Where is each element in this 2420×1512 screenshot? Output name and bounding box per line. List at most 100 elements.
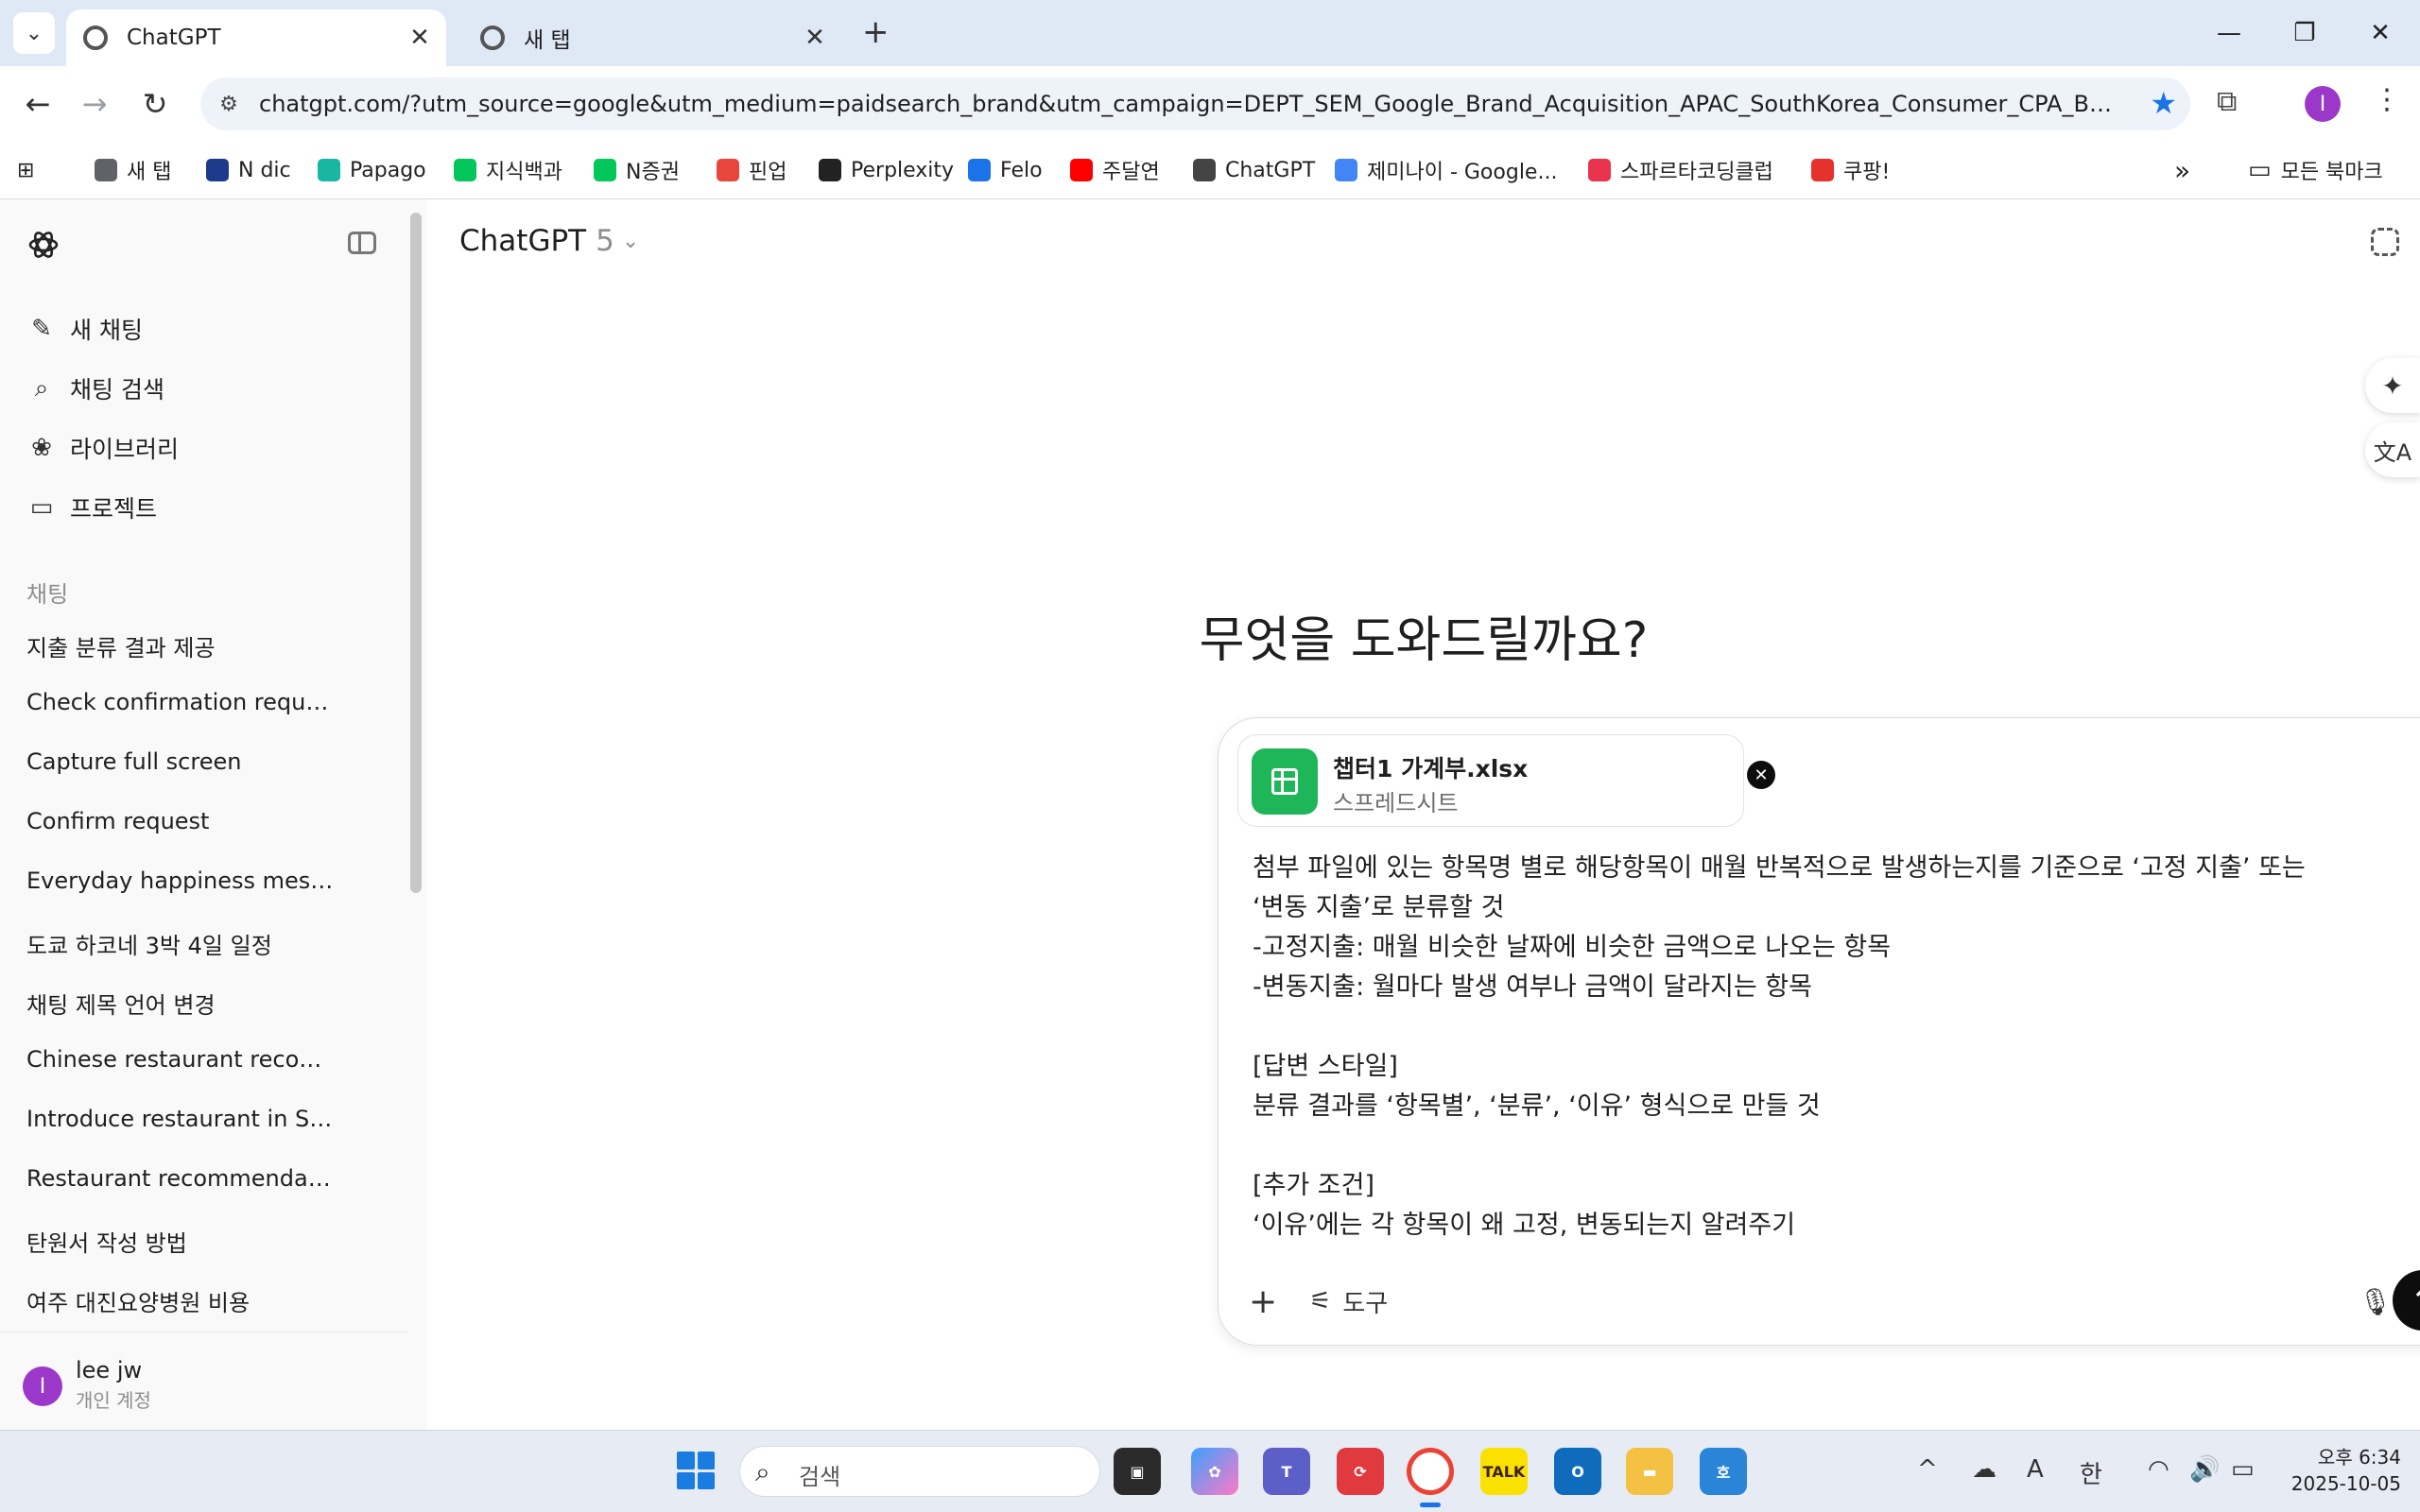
- chat-history-item[interactable]: 도쿄 하코네 3박 4일 일정: [26, 927, 338, 960]
- taskbar-search[interactable]: ⌕ 검색: [739, 1446, 1100, 1497]
- bookmark-label: Papago: [350, 158, 426, 182]
- chat-history-item[interactable]: 채팅 제목 언어 변경: [26, 987, 338, 1020]
- bookmark-item[interactable]: 제미나이 - Google...: [1335, 151, 1557, 189]
- bookmark-item[interactable]: 스파르타코딩클럽: [1588, 151, 1773, 189]
- copilot-icon[interactable]: ✿: [1191, 1448, 1238, 1495]
- tab-close-icon[interactable]: ✕: [796, 24, 834, 52]
- chat-history-item[interactable]: 지출 분류 결과 제공: [26, 629, 338, 662]
- sparkle-icon[interactable]: ✦: [2365, 358, 2420, 413]
- chat-history-item[interactable]: Capture full screen: [26, 748, 338, 775]
- model-selector[interactable]: ChatGPT 5 ⌄: [459, 224, 639, 258]
- bookmark-item[interactable]: 주달연: [1070, 151, 1160, 189]
- chrome-icon[interactable]: [1407, 1448, 1454, 1495]
- address-bar[interactable]: ⚙ chatgpt.com/?utm_source=google&utm_med…: [200, 77, 2190, 130]
- bookmarks-bar: ⊞ 새 탭 N dic Papago 지식백과 N증권 핀업 Perplexity Felo 주…: [0, 142, 2420, 199]
- translate-icon[interactable]: 文A: [2365, 422, 2420, 477]
- teams-icon[interactable]: T: [1263, 1448, 1310, 1495]
- task-view-icon[interactable]: ▣: [1114, 1448, 1161, 1495]
- new-chat-button[interactable]: ✎ 새 채팅: [26, 306, 143, 352]
- apps-grid-icon[interactable]: ⊞: [17, 151, 34, 189]
- chat-history-item[interactable]: Introduce restaurant in Seo...: [26, 1106, 338, 1132]
- bookmark-item[interactable]: N증권: [594, 151, 680, 189]
- site-info-icon[interactable]: ⚙: [212, 87, 246, 121]
- chat-history-item[interactable]: Restaurant recommendatio...: [26, 1165, 338, 1192]
- attachment-card[interactable]: 챕터1 가계부.xlsx 스프레드시트 ✕: [1237, 734, 1775, 827]
- ime-language-icon[interactable]: 한: [2080, 1455, 2102, 1490]
- chrome-favicon-icon: [480, 26, 505, 50]
- sidebar-toggle-icon[interactable]: [348, 232, 376, 254]
- openai-logo-icon[interactable]: [26, 228, 60, 262]
- ime-mode-icon[interactable]: A: [2027, 1455, 2044, 1484]
- forward-button[interactable]: →: [74, 83, 115, 125]
- close-window-button[interactable]: ✕: [2352, 11, 2409, 55]
- microphone-icon[interactable]: 🎙: [2359, 1278, 2393, 1325]
- remove-attachment-icon[interactable]: ✕: [1747, 761, 1775, 789]
- chat-history-item[interactable]: Everyday happiness message: [26, 868, 338, 894]
- naver-dic-icon: [206, 159, 229, 181]
- temporary-chat-icon[interactable]: [2371, 228, 2399, 256]
- bookmarks-overflow-button[interactable]: »: [2174, 151, 2190, 189]
- chat-history-item[interactable]: Confirm request: [26, 808, 338, 834]
- bookmark-star-icon[interactable]: ★: [2150, 85, 2177, 121]
- add-attachment-button[interactable]: +: [1249, 1278, 1277, 1325]
- url-text[interactable]: chatgpt.com/?utm_source=google&utm_mediu…: [259, 91, 2112, 117]
- model-version: 5: [596, 224, 614, 258]
- tab-search-button[interactable]: ⌄: [13, 12, 55, 54]
- windows-start-icon[interactable]: [677, 1452, 715, 1489]
- bookmark-label: 쿠팡!: [1843, 161, 1891, 184]
- reload-button[interactable]: ↻: [134, 83, 176, 125]
- chat-history-item[interactable]: Check confirmation request: [26, 689, 338, 715]
- bookmark-item[interactable]: ChatGPT: [1193, 151, 1315, 189]
- tab-chatgpt[interactable]: ChatGPT ✕: [66, 9, 446, 66]
- prompt-composer: 챕터1 가계부.xlsx 스프레드시트 ✕ 첨부 파일에 있는 항목명 별로 해…: [1218, 717, 2420, 1346]
- tab-close-icon[interactable]: ✕: [401, 24, 439, 52]
- tab-new-tab[interactable]: 새 탭 ✕: [463, 9, 841, 66]
- bookmark-item[interactable]: 쿠팡!: [1811, 151, 1890, 189]
- bookmark-item[interactable]: 새 탭: [95, 151, 171, 189]
- onedrive-icon[interactable]: ☁: [1972, 1455, 1996, 1484]
- bookmark-item[interactable]: N dic: [206, 151, 291, 189]
- hwp-icon[interactable]: 호: [1700, 1448, 1747, 1495]
- account-menu[interactable]: I lee jw 개인 계정: [0, 1332, 408, 1431]
- chat-history-item[interactable]: 여주 대진요양병원 비용: [26, 1284, 338, 1317]
- spreadsheet-icon: [1252, 748, 1318, 815]
- new-tab-button[interactable]: +: [862, 13, 890, 51]
- outlook-icon[interactable]: O: [1554, 1448, 1601, 1495]
- tools-button[interactable]: ⚟ 도구: [1309, 1278, 1388, 1325]
- all-bookmarks-folder[interactable]: ▭ 모든 북마크: [2248, 151, 2383, 189]
- search-chats-button[interactable]: ⌕ 채팅 검색: [26, 366, 164, 411]
- sync-app-icon[interactable]: ⟳: [1337, 1448, 1384, 1495]
- bookmark-item[interactable]: 지식백과: [454, 151, 562, 189]
- prompt-line: [추가 조건]: [1253, 1171, 1375, 1200]
- tab-title: 새 탭: [524, 28, 571, 53]
- chats-section-title: 채팅: [26, 581, 69, 608]
- file-explorer-icon[interactable]: ▬: [1626, 1448, 1673, 1495]
- battery-icon[interactable]: ▭: [2231, 1455, 2255, 1484]
- wifi-icon[interactable]: ◠: [2148, 1455, 2169, 1484]
- restore-button[interactable]: ❐: [2276, 11, 2333, 55]
- projects-button[interactable]: ▭ 프로젝트: [26, 485, 157, 530]
- tray-overflow-icon[interactable]: ^: [1917, 1455, 1938, 1484]
- chat-history-item[interactable]: Chinese restaurant recomm...: [26, 1046, 338, 1073]
- bookmark-item[interactable]: Perplexity: [819, 151, 954, 189]
- prompt-textarea[interactable]: 첨부 파일에 있는 항목명 별로 해당항목이 매월 반복적으로 발생하는지를 기…: [1253, 849, 2420, 1255]
- volume-icon[interactable]: 🔊: [2189, 1455, 2220, 1484]
- extensions-icon[interactable]: ⧉: [2217, 85, 2237, 118]
- chat-history-item[interactable]: 탄원서 작성 방법: [26, 1225, 338, 1258]
- taskbar-search-placeholder: 검색: [799, 1464, 841, 1490]
- kakaotalk-icon[interactable]: TALK: [1480, 1448, 1528, 1495]
- bookmark-item[interactable]: Papago: [318, 151, 426, 189]
- minimize-button[interactable]: —: [2201, 11, 2257, 55]
- library-button[interactable]: ❀ 라이브러리: [26, 425, 179, 471]
- prompt-line: ‘변동 지출’로 분류할 것: [1253, 893, 1505, 922]
- browser-menu-icon[interactable]: ⋮: [2373, 83, 2401, 116]
- back-button[interactable]: ←: [17, 83, 59, 125]
- sidebar-scrollbar[interactable]: [410, 213, 422, 893]
- system-clock[interactable]: 오후 6:34 2025-10-05: [2278, 1444, 2401, 1497]
- send-button[interactable]: ↑: [2393, 1270, 2420, 1331]
- perplexity-icon: [819, 159, 841, 181]
- profile-avatar[interactable]: I: [2305, 86, 2341, 122]
- bookmark-item[interactable]: Felo: [968, 151, 1043, 189]
- welcome-heading: 무엇을 도와드릴까요?: [1199, 612, 1649, 669]
- bookmark-item[interactable]: 핀업: [717, 151, 786, 189]
